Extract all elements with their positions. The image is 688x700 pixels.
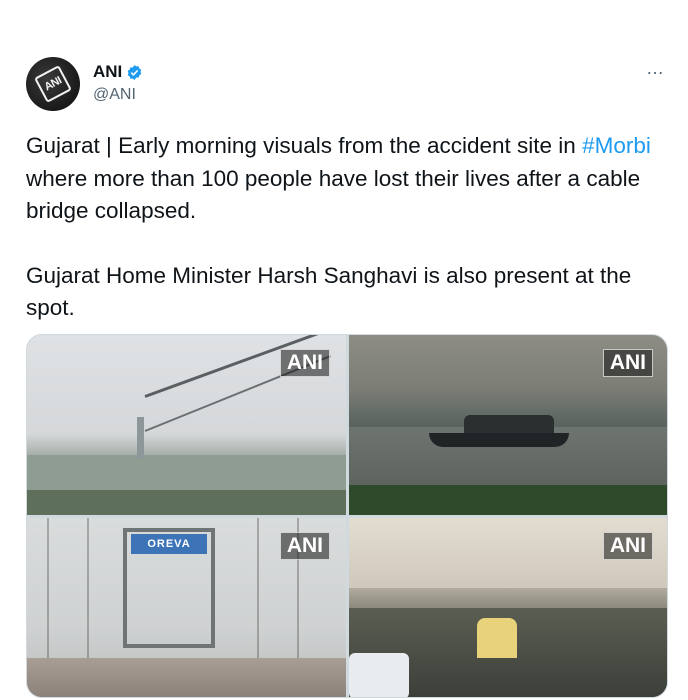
tweet-text-prefix: Gujarat | Early morning visuals from the… [26, 133, 583, 158]
ani-watermark: ANI [602, 349, 653, 377]
ground [27, 658, 346, 697]
media-grid: ANI ANI OREVA ANI ANI [26, 334, 668, 698]
display-name[interactable]: ANI [93, 62, 122, 82]
tweet: ANI ANI @ANI … Gujarat | Early morning v… [0, 0, 688, 700]
ani-logo: ANI [34, 65, 72, 103]
photo-officials-meeting[interactable]: ANI [349, 518, 667, 697]
avatar[interactable]: ANI [26, 57, 80, 111]
photo-bridge-wide[interactable]: ANI [27, 335, 346, 515]
author-row: ANI [93, 62, 143, 82]
tweet-text-suffix: where more than 100 people have lost the… [26, 165, 641, 224]
oreva-sign: OREVA [131, 534, 207, 554]
verified-badge-icon [128, 64, 142, 80]
ani-watermark: ANI [279, 532, 330, 560]
riverbank [27, 490, 346, 515]
tweet-paragraph-1: Gujarat | Early morning visuals from the… [26, 130, 676, 228]
tweet-text: Gujarat | Early morning visuals from the… [26, 130, 676, 325]
tweet-paragraph-2: Gujarat Home Minister Harsh Sanghavi is … [26, 262, 632, 321]
photo-rescue-boat[interactable]: ANI [349, 335, 667, 515]
boat [429, 433, 569, 447]
photo-bridge-entrance[interactable]: OREVA ANI [27, 518, 346, 697]
ani-watermark: ANI [602, 532, 653, 560]
more-options-icon[interactable]: … [646, 59, 665, 77]
rescuers [464, 415, 554, 435]
handle[interactable]: @ANI [93, 86, 136, 104]
ani-watermark: ANI [279, 349, 330, 377]
bridge-tower [137, 417, 144, 459]
riverbank [349, 485, 667, 515]
chair [349, 653, 409, 697]
hashtag-link[interactable]: #Morbi [582, 133, 651, 158]
minister [477, 618, 517, 658]
